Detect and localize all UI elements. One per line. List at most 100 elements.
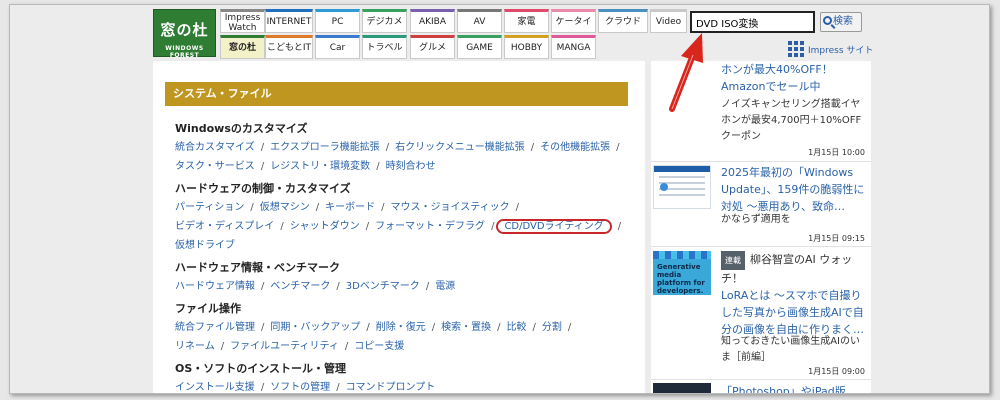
nav-tab[interactable]: 家電	[504, 9, 549, 33]
separator: /	[260, 161, 265, 172]
article-title[interactable]: 「Photoshop」やiPad版…	[721, 383, 869, 393]
category-link[interactable]: ソフトの管理	[270, 382, 330, 393]
separator: /	[425, 281, 430, 292]
category-link[interactable]: ハードウェア情報	[175, 281, 255, 292]
category-link[interactable]: 削除・復元	[376, 322, 426, 333]
link-row: 仮想ドライブ	[175, 236, 235, 251]
separator: /	[336, 281, 340, 292]
category-link[interactable]: 右クリックメニュー機能拡張	[395, 142, 525, 153]
separator: /	[365, 221, 370, 232]
separator: /	[366, 322, 370, 333]
article-title[interactable]: ホンが最大40%OFF！Amazonでセール中	[721, 61, 861, 95]
generative-media-thumbnail[interactable]: Generative media platform for developers…	[653, 251, 711, 295]
nav-tab[interactable]: HOBBY	[504, 35, 549, 59]
link-row: 統合ファイル管理 / 同期・バックアップ / 削除・復元 / 検索・置換 / 比較 / 分割 /	[175, 318, 577, 333]
nav-tab[interactable]: PC	[315, 9, 360, 33]
article-summary[interactable]: ノイズキャンセリング搭載イヤホンが最安4,700円＋10%OFFクーポン	[721, 97, 865, 145]
category-link[interactable]: 比較	[507, 322, 527, 333]
category-link[interactable]: コマンドプロンプト	[346, 382, 436, 393]
separator: /	[532, 322, 536, 333]
category-link[interactable]: 統合ファイル管理	[175, 322, 255, 333]
category-link[interactable]: コピー支援	[354, 341, 404, 352]
category-link[interactable]: 仮想ドライブ	[175, 240, 235, 251]
category-link[interactable]: キーボード	[325, 202, 375, 213]
category-link[interactable]: 同期・バックアップ	[270, 322, 360, 333]
separator: /	[336, 382, 340, 393]
category-heading: ファイル操作	[175, 302, 241, 315]
category-heading: OS・ソフトのインストール・管理	[175, 362, 347, 375]
nav-tab[interactable]: GAME	[457, 35, 502, 59]
category-link[interactable]: 分割	[542, 322, 562, 333]
nav-tab[interactable]: AKIBA	[410, 9, 455, 33]
category-link[interactable]: マウス・ジョイスティック	[391, 202, 510, 213]
separator: /	[280, 221, 284, 232]
nav-tab[interactable]: INTERNET	[265, 9, 313, 33]
category-link[interactable]: シャットダウン	[290, 221, 360, 232]
article-thumbnail[interactable]	[653, 383, 711, 393]
separator: /	[261, 322, 265, 333]
update-icon	[660, 183, 668, 191]
article-title[interactable]: LoRAとは ～スマホで自撮りした写真から画像生成AIで自分の画像を自由に作りま…	[721, 287, 867, 338]
article-summary[interactable]: かならず適用を	[721, 212, 865, 228]
nav-tab-label: Impress	[224, 13, 261, 23]
category-link[interactable]: 電源	[435, 281, 455, 292]
category-link[interactable]: ファイルユーティリティ	[230, 341, 339, 352]
search-button[interactable]: 検索	[820, 12, 862, 32]
impress-site-link[interactable]: Impress サイト	[788, 41, 873, 57]
nav-tab[interactable]: ケータイ	[551, 9, 596, 33]
category-link[interactable]: パーティション	[175, 202, 244, 213]
category-link[interactable]: インストール支援	[175, 382, 255, 393]
category-link[interactable]: ベンチマーク	[270, 281, 330, 292]
series-title[interactable]: 連載 柳谷智宣のAI ウォッチ！	[721, 251, 869, 287]
red-arrow-annotation	[669, 33, 703, 112]
category-link[interactable]: レジストリ・環境変数	[270, 161, 370, 172]
search-icon	[823, 16, 832, 25]
separator: /	[491, 221, 495, 232]
article-summary[interactable]: 知っておきたい画像生成AIのいま［前編］	[721, 334, 869, 366]
category-link[interactable]: CD/DVDライティング	[496, 219, 612, 234]
separator: /	[497, 322, 501, 333]
separator: /	[315, 202, 320, 213]
category-link[interactable]: 統合カスタマイズ	[175, 142, 255, 153]
separator: /	[616, 142, 620, 153]
nav-tab[interactable]: デジカメ	[362, 9, 407, 33]
nav-tab[interactable]: AV	[457, 9, 502, 33]
nav-tab[interactable]: クラウド	[598, 9, 648, 33]
category-link[interactable]: 検索・置換	[441, 322, 491, 333]
nav-tab[interactable]: トラベル	[362, 35, 407, 59]
separator: /	[260, 382, 265, 393]
windows-update-thumbnail[interactable]	[653, 165, 711, 209]
category-link[interactable]: 仮想マシン	[260, 202, 310, 213]
separator: /	[567, 322, 572, 333]
category-link[interactable]: リネーム	[175, 341, 215, 352]
category-link[interactable]: タスク・サービス	[175, 161, 255, 172]
logo-subtitle: WINDOWS FOREST	[165, 45, 204, 59]
link-row: インストール支援 / ソフトの管理 / コマンドプロンプト	[175, 378, 435, 393]
nav-tab[interactable]: Car	[315, 35, 360, 59]
nav-tab[interactable]: MANGA	[551, 35, 596, 59]
category-link[interactable]: 時刻合わせ	[386, 161, 436, 172]
nav-tab[interactable]: グルメ	[410, 35, 455, 59]
separator: /	[381, 202, 385, 213]
category-link[interactable]: ビデオ・ディスプレイ	[175, 221, 274, 232]
link-row: パーティション / 仮想マシン / キーボード / マウス・ジョイスティック /	[175, 198, 525, 213]
logo-title: 窓の杜	[160, 21, 209, 39]
article-title[interactable]: 2025年最初の「Windows Update」、159件の脆弱性に対処 ～悪用…	[721, 164, 865, 215]
link-row: ハードウェア情報 / ベンチマーク / 3Dベンチマーク / 電源	[175, 277, 455, 292]
series-badge: 連載	[721, 251, 745, 270]
link-row: タスク・サービス / レジストリ・環境変数 / 時刻合わせ	[175, 157, 436, 172]
category-link[interactable]: フォーマット・デフラグ	[375, 221, 485, 232]
separator: /	[250, 202, 254, 213]
divider	[651, 246, 871, 247]
nav-tab[interactable]: 窓の杜	[220, 35, 265, 59]
nav-tab[interactable]: こどもとIT	[265, 35, 313, 59]
category-link[interactable]: エクスプローラ機能拡張	[270, 142, 380, 153]
category-link[interactable]: 3Dベンチマーク	[346, 281, 420, 292]
site-logo[interactable]: 窓の杜 WINDOWS FOREST	[153, 9, 216, 59]
divider	[651, 161, 871, 162]
divider	[651, 379, 871, 380]
article-date: 1月15日 09:00	[808, 367, 865, 376]
category-heading: Windowsのカスタマイズ	[175, 122, 308, 135]
nav-tab[interactable]: Impress Watch	[220, 9, 265, 33]
category-link[interactable]: その他機能拡張	[540, 142, 610, 153]
